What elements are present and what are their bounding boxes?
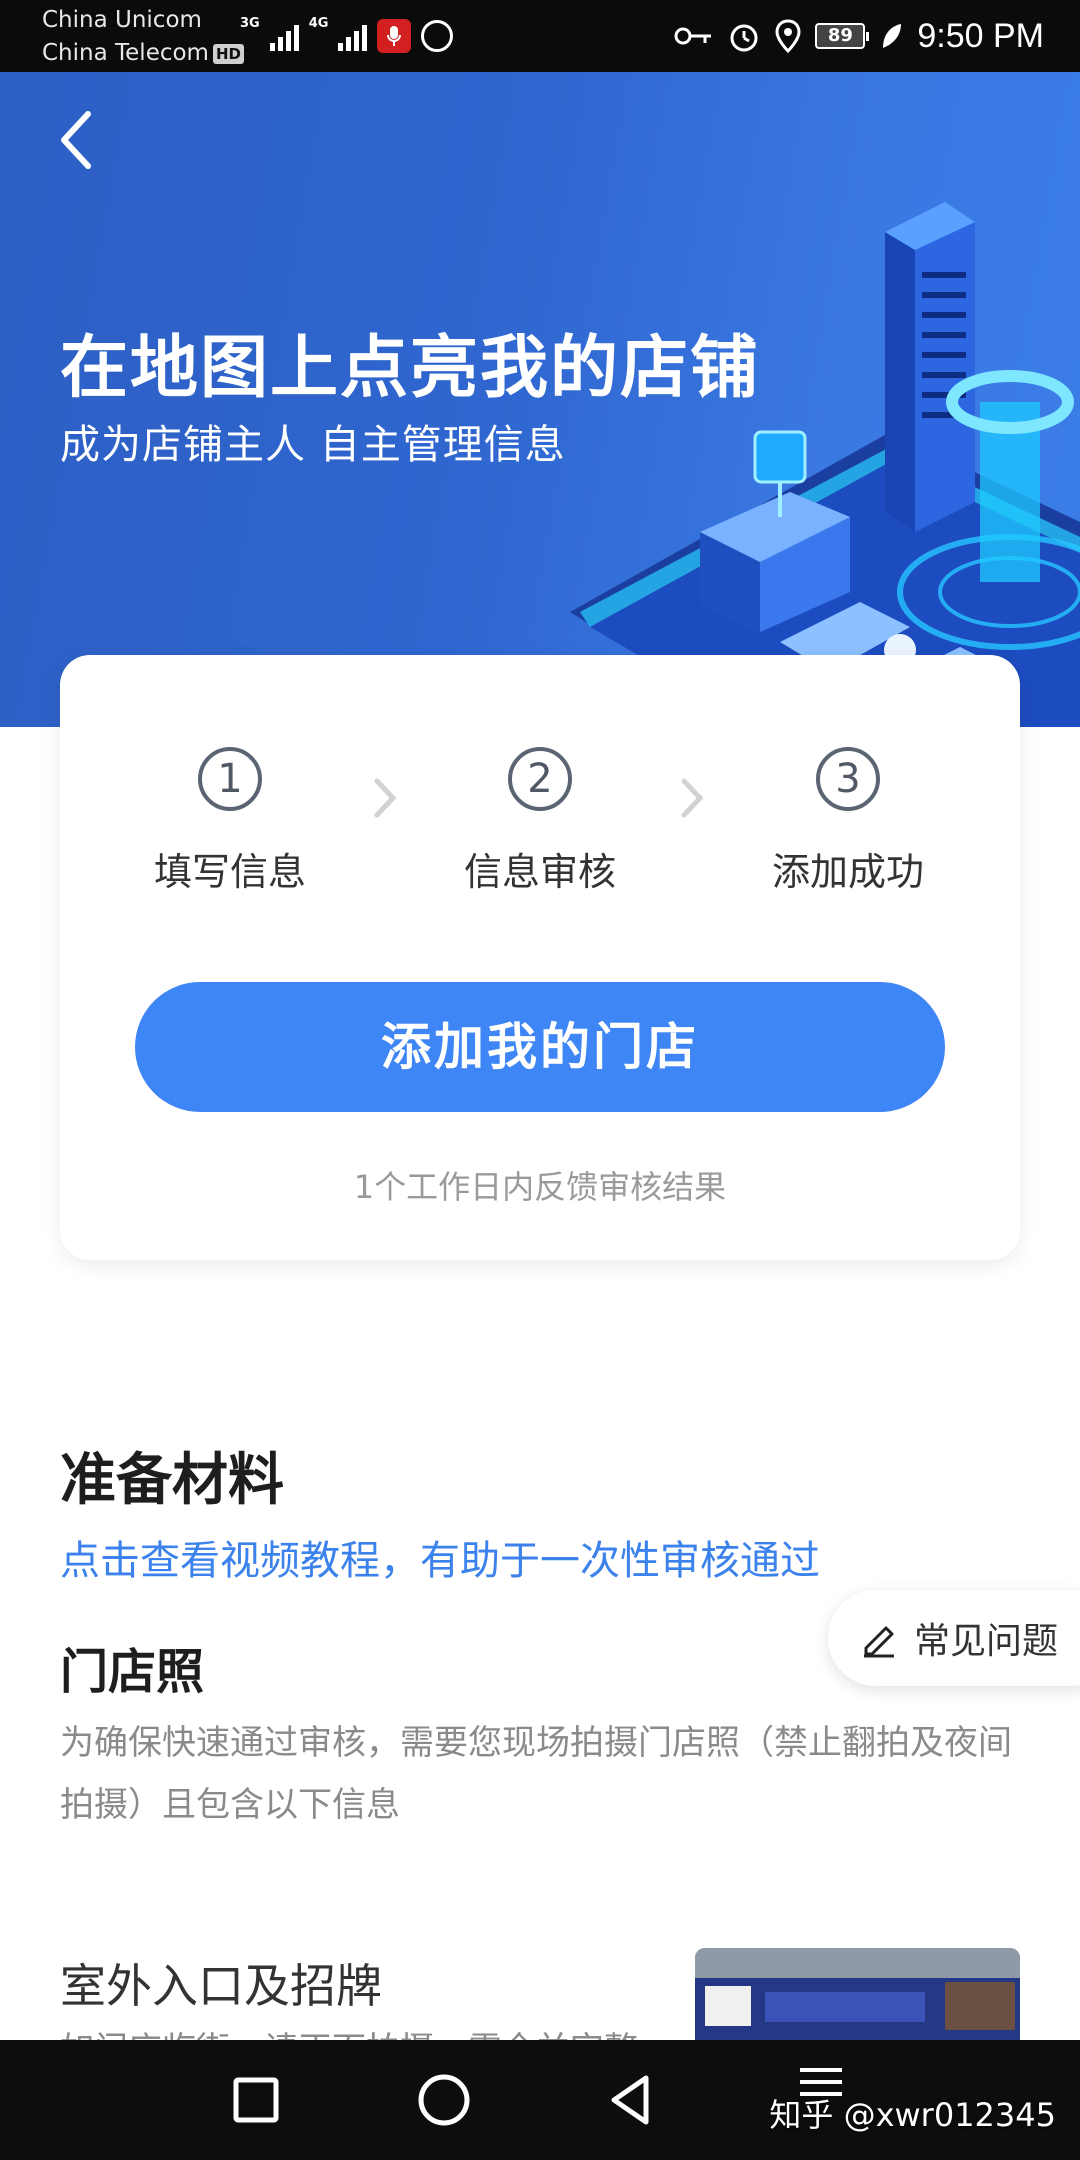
hero-subtitle: 成为店铺主人 自主管理信息: [60, 422, 566, 468]
step-number: 3: [816, 747, 880, 811]
signal-icon: [269, 21, 299, 51]
step-1: 1 填写信息: [110, 747, 350, 896]
review-time-note: 1个工作日内反馈审核结果: [353, 1168, 727, 1206]
home-icon[interactable]: [408, 2064, 480, 2136]
clock: 9:50 PM: [917, 16, 1044, 55]
store-photo-description: 为确保快速通过审核，需要您现场拍摄门店照（禁止翻拍及夜间拍摄）且包含以下信息: [60, 1723, 1012, 1825]
network-4g-label: 4G: [308, 16, 329, 31]
step-number: 1: [198, 747, 262, 811]
step-2: 2 信息审核: [420, 747, 660, 896]
pencil-icon: [864, 1626, 894, 1658]
location-icon: [775, 19, 801, 53]
battery-icon: 89: [815, 23, 870, 49]
leaf-icon: [883, 24, 902, 48]
status-right-icons: 89 9:50 PM: [673, 12, 1044, 60]
apply-card: 1 填写信息 2 信息审核 3 添加成功 添加我的门店 1个工作日内反馈审核结果: [60, 655, 1020, 1260]
microphone-icon: [377, 19, 412, 53]
step-label: 填写信息: [153, 850, 306, 894]
city-illustration: [570, 202, 1080, 727]
step-label: 添加成功: [771, 850, 924, 894]
example-photo-thumbnail[interactable]: [695, 1948, 1020, 2040]
add-my-store-button[interactable]: 添加我的门店: [135, 982, 945, 1112]
faq-label: 常见问题: [914, 1621, 1059, 1662]
whatsapp-icon: [421, 20, 454, 52]
watermark: 知乎 @xwr012345: [769, 2096, 1056, 2134]
chevron-right-icon: [681, 778, 704, 818]
alarm-icon: [730, 24, 758, 52]
signal-icon: [338, 21, 368, 51]
store-photo-title: 门店照: [60, 1644, 205, 1700]
requirement-item-title: 室外入口及招牌: [60, 1959, 382, 2013]
key-icon: [674, 27, 712, 45]
requirement-item-description: 如门店临街，请正面拍摄，需全并完整: [60, 2020, 638, 2040]
status-left-icons: 3G 4G: [240, 14, 454, 58]
materials-title: 准备材料: [60, 1448, 284, 1513]
faq-button[interactable]: 常见问题: [828, 1590, 1080, 1686]
back-arrow-icon[interactable]: [52, 108, 100, 172]
hero-banner: 在地图上点亮我的店铺 成为店铺主人 自主管理信息: [0, 72, 1080, 727]
back-nav-icon[interactable]: [596, 2064, 668, 2136]
recent-apps-icon[interactable]: [220, 2064, 292, 2136]
carrier-info: China Unicom China Telecom HD: [42, 4, 244, 70]
step-number: 2: [508, 747, 572, 811]
network-3g-label: 3G: [240, 16, 260, 31]
step-3: 3 添加成功: [728, 747, 968, 896]
step-label: 信息审核: [463, 850, 616, 894]
carrier-1: China Unicom: [42, 7, 202, 33]
chevron-right-icon: [374, 778, 397, 818]
carrier-2: China Telecom: [42, 40, 209, 66]
video-tutorial-link[interactable]: 点击查看视频教程，有助于一次性审核通过: [60, 1528, 820, 1586]
status-bar: China Unicom China Telecom HD 3G 4G 89 9:…: [0, 0, 1080, 72]
